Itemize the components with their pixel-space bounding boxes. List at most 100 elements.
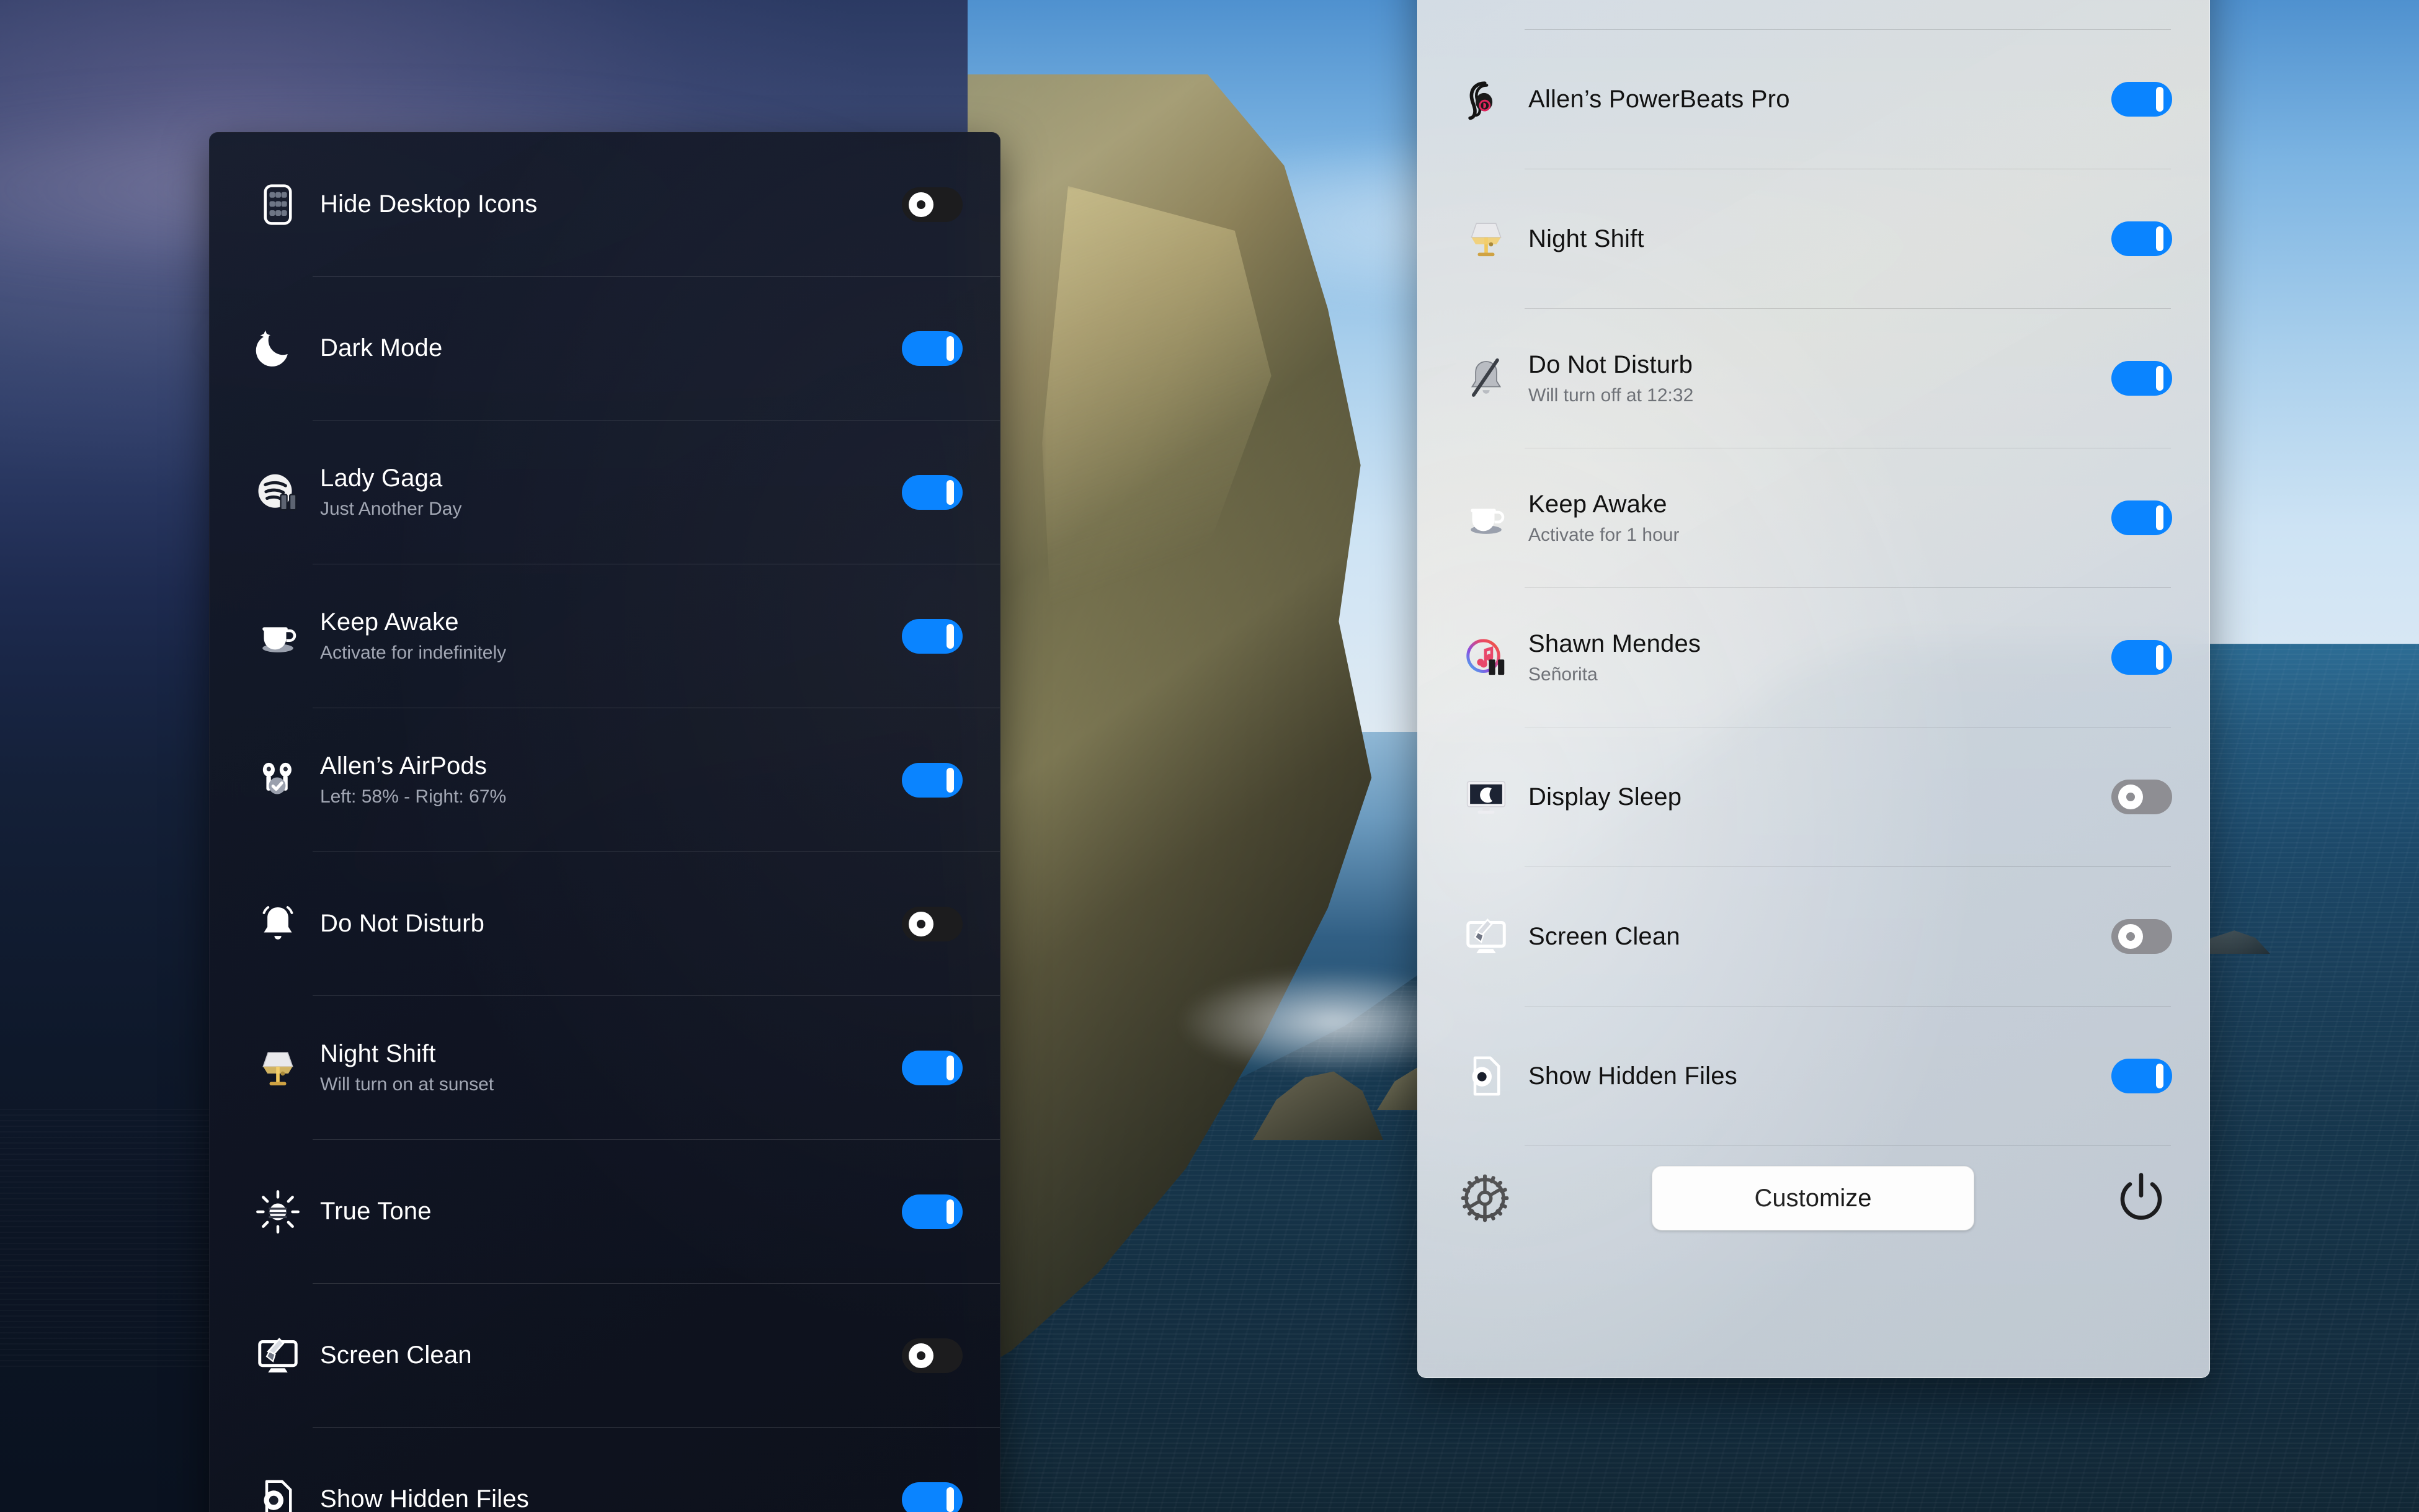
- row-switch[interactable]: [2111, 1059, 2172, 1093]
- screen-brush-icon: [1453, 914, 1520, 959]
- setting-row[interactable]: Screen Clean: [1418, 867, 2209, 1006]
- setting-row[interactable]: Screen Saver: [1418, 0, 2209, 29]
- setting-row[interactable]: Keep Awake Activate for 1 hour: [1418, 448, 2209, 587]
- customize-button[interactable]: Customize: [1652, 1166, 1974, 1230]
- setting-row[interactable]: Keep Awake Activate for indefinitely: [210, 564, 1000, 708]
- row-switch[interactable]: [902, 1050, 963, 1085]
- toggle-switch-off[interactable]: [902, 187, 963, 222]
- row-text: Screen Clean: [1520, 923, 2111, 951]
- bell-slash-icon: [1453, 356, 1520, 401]
- setting-row[interactable]: Do Not Disturb: [210, 852, 1000, 995]
- toggle-switch-on[interactable]: [902, 331, 963, 366]
- toggle-switch-off[interactable]: [902, 906, 963, 941]
- row-title: Do Not Disturb: [320, 910, 485, 937]
- row-text: Show Hidden Files: [311, 1485, 902, 1512]
- row-title: Display Sleep: [1528, 783, 1682, 811]
- row-switch[interactable]: [2111, 221, 2172, 256]
- toggle-switch-on[interactable]: [902, 474, 963, 510]
- row-switch[interactable]: [902, 906, 963, 941]
- row-switch[interactable]: [2111, 919, 2172, 954]
- row-title: Night Shift: [320, 1040, 436, 1067]
- setting-row[interactable]: Screen Clean: [210, 1284, 1000, 1427]
- setting-row[interactable]: Do Not Disturb Will turn off at 12:32: [1418, 309, 2209, 448]
- display-sleep-icon: [1453, 775, 1520, 819]
- row-switch[interactable]: [2111, 82, 2172, 117]
- bell-icon: [244, 902, 311, 946]
- toggle-switch-on[interactable]: [2111, 221, 2172, 256]
- row-switch[interactable]: [902, 1194, 963, 1229]
- toggle-switch-on[interactable]: [902, 762, 963, 798]
- row-switch[interactable]: [2111, 780, 2172, 814]
- power-icon[interactable]: [2111, 1168, 2171, 1228]
- setting-row[interactable]: True Tone: [210, 1140, 1000, 1283]
- row-text: Night Shift: [1520, 225, 2111, 253]
- setting-row[interactable]: Show Hidden Files: [1418, 1007, 2209, 1145]
- setting-row[interactable]: Shawn Mendes Señorita: [1418, 588, 2209, 727]
- row-text: Dark Mode: [311, 334, 902, 362]
- toggle-switch-on[interactable]: [902, 618, 963, 654]
- row-switch[interactable]: [902, 474, 963, 510]
- setting-row[interactable]: Dark Mode: [210, 277, 1000, 420]
- toggle-switch-on[interactable]: [902, 1482, 963, 1512]
- row-switch[interactable]: [2111, 361, 2172, 396]
- setting-row[interactable]: Allen’s AirPods Left: 58% - Right: 67%: [210, 708, 1000, 852]
- toggle-switch-on[interactable]: [2111, 500, 2172, 535]
- toggle-switch-on[interactable]: [2111, 1059, 2172, 1093]
- row-title: Dark Mode: [320, 334, 443, 362]
- row-switch[interactable]: [2111, 500, 2172, 535]
- row-title: Hide Desktop Icons: [320, 190, 538, 218]
- powerbeats-icon: [1453, 77, 1520, 122]
- spotify-pause-icon: [244, 470, 311, 515]
- row-text: Screen Clean: [311, 1341, 902, 1369]
- row-title: Screen Clean: [1528, 922, 1680, 950]
- brightness-sun-icon: [244, 1190, 311, 1234]
- toggle-switch-on[interactable]: [902, 1050, 963, 1085]
- eye-file-icon: [1453, 1054, 1520, 1098]
- coffee-cup-icon: [244, 614, 311, 659]
- row-switch[interactable]: [902, 762, 963, 798]
- row-title: Screen Clean: [320, 1341, 472, 1369]
- row-title: Show Hidden Files: [320, 1485, 529, 1512]
- gear-icon[interactable]: [1455, 1168, 1515, 1228]
- setting-row[interactable]: Allen’s PowerBeats Pro: [1418, 30, 2209, 169]
- row-switch[interactable]: [902, 331, 963, 366]
- setting-row[interactable]: Night Shift: [1418, 169, 2209, 308]
- setting-row[interactable]: Display Sleep: [1418, 727, 2209, 866]
- toggle-switch-on[interactable]: [2111, 640, 2172, 675]
- row-switch[interactable]: [902, 1482, 963, 1512]
- setting-row[interactable]: Night Shift Will turn on at sunset: [210, 996, 1000, 1139]
- row-title: True Tone: [320, 1198, 432, 1225]
- row-title: Shawn Mendes: [1528, 629, 1701, 657]
- row-subtitle: Left: 58% - Right: 67%: [320, 786, 507, 807]
- setting-row[interactable]: Show Hidden Files: [210, 1428, 1000, 1512]
- row-text: Keep Awake Activate for 1 hour: [1520, 491, 2111, 546]
- row-switch[interactable]: [902, 618, 963, 654]
- row-subtitle: Señorita: [1528, 664, 1598, 685]
- row-text: Lady Gaga Just Another Day: [311, 465, 902, 520]
- row-text: Do Not Disturb Will turn off at 12:32: [1520, 351, 2111, 406]
- toggle-switch-off[interactable]: [902, 1338, 963, 1373]
- toggle-switch-on[interactable]: [2111, 82, 2172, 117]
- toggle-switch-off[interactable]: [2111, 780, 2172, 814]
- row-text: Show Hidden Files: [1520, 1062, 2111, 1090]
- airpods-icon: [244, 758, 311, 803]
- eye-file-icon: [244, 1477, 311, 1512]
- one-switch-dark-panel: Hide Desktop Icons Dark Mode Lady Gaga J…: [209, 132, 1000, 1512]
- toggle-switch-on[interactable]: [902, 1194, 963, 1229]
- setting-row[interactable]: Lady Gaga Just Another Day: [210, 420, 1000, 564]
- row-subtitle: Will turn off at 12:32: [1528, 385, 1694, 406]
- setting-row[interactable]: Hide Desktop Icons: [210, 133, 1000, 276]
- row-text: True Tone: [311, 1198, 902, 1225]
- row-switch[interactable]: [2111, 640, 2172, 675]
- row-text: Hide Desktop Icons: [311, 190, 902, 218]
- toggle-switch-off[interactable]: [2111, 919, 2172, 954]
- toggle-switch-on[interactable]: [2111, 361, 2172, 396]
- itunes-pause-icon: [1453, 635, 1520, 680]
- row-text: Allen’s AirPods Left: 58% - Right: 67%: [311, 752, 902, 807]
- row-title: Night Shift: [1528, 225, 1644, 252]
- row-switch[interactable]: [902, 1338, 963, 1373]
- row-switch[interactable]: [902, 187, 963, 222]
- desk-lamp-icon: [1453, 216, 1520, 261]
- screen-brush-icon: [244, 1333, 311, 1378]
- row-text: Keep Awake Activate for indefinitely: [311, 608, 902, 664]
